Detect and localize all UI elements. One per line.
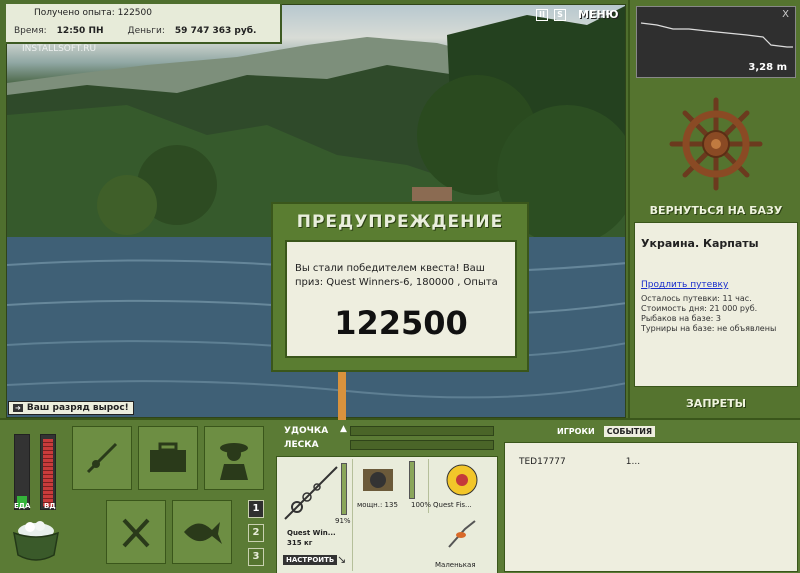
list-item: TED17777 1... (519, 457, 783, 467)
game-root: Получено опыта: 122500 Время: 12:50 ПН Д… (0, 0, 800, 573)
dialog-value: 122500 (334, 304, 468, 342)
rod-wear-bar (341, 463, 347, 515)
rod-name: Quest Win... (287, 529, 336, 537)
rods-button[interactable] (72, 426, 132, 490)
rod-weight: 315 кг (287, 539, 313, 547)
permit-remaining: Осталось путевки: 11 час. (641, 294, 752, 303)
vd-label: ВД (44, 502, 56, 510)
tackle-box-button[interactable] (138, 426, 198, 490)
menu-button[interactable]: МЕНЮ (578, 8, 619, 21)
tackle-slots: 91% Quest Win... 315 кг НАСТРОИТЬ ↘ мощн… (276, 456, 498, 573)
time-money-line: Время: 12:50 ПН Деньги: 59 747 363 руб. (14, 26, 272, 36)
rank-notification[interactable]: ➜ Ваш разряд вырос! (8, 401, 134, 415)
dialog-title: ПРЕДУПРЕЖДЕНИЕ (296, 212, 504, 232)
tackle-box-icon (150, 442, 186, 472)
experience-value: 122500 (117, 8, 152, 18)
line-slot[interactable]: Quest Fis... (431, 459, 495, 513)
rod-tension-bar (350, 426, 494, 436)
rod-reel-icon (284, 466, 338, 520)
tension-marker-icon: ▲ (340, 424, 347, 434)
anglers-count: Рыбаков на базе: 3 (641, 314, 721, 323)
character-button[interactable] (204, 426, 264, 490)
slot-3-button[interactable]: 3 (248, 548, 264, 566)
experience-label: Получено опыта: (34, 8, 115, 18)
watermark: INSTALLSOFT.RU (22, 44, 97, 54)
rod-label: УДОЧКА (284, 426, 329, 436)
rod-percent: 91% (335, 517, 351, 525)
day-cost: Стоимость дня: 21 000 руб. (641, 304, 758, 313)
reel-slot[interactable]: мощн.: 135 100% (355, 459, 432, 513)
events-tabs: ИГРОКИ СОБЫТИЯ (554, 426, 656, 437)
experience-line: Получено опыта: 122500 (34, 8, 272, 18)
right-panel: X 3,28 m ВЕРНУТЬСЯ НА БАЗУ Украина. Карп… (628, 0, 800, 418)
reel-percent: 100% (411, 501, 432, 509)
events-list: TED17777 1... (504, 442, 798, 572)
rank-text: Ваш разряд вырос! (26, 403, 129, 413)
setup-button[interactable]: НАСТРОИТЬ (283, 555, 338, 565)
food-label: ЕДА (14, 502, 31, 510)
dialog-body: Вы стали победителем квеста! Ваш приз: Q… (285, 240, 517, 358)
events-panel: ИГРОКИ СОБЫТИЯ TED17777 1... (502, 420, 800, 573)
rod-icon (86, 442, 118, 474)
dialog-message: Вы стали победителем квеста! Ваш приз: Q… (295, 263, 498, 288)
player-name: TED17777 (519, 457, 566, 467)
money-label: Деньги: (127, 26, 165, 36)
money-value: 59 747 363 руб. (174, 26, 257, 36)
tournaments-info: Турниры на базе: не объявлены (641, 324, 777, 333)
rod-slot[interactable]: 91% Quest Win... 315 кг НАСТРОИТЬ ↘ (279, 459, 353, 571)
line-tension-bar (350, 440, 494, 450)
lure-icon (448, 520, 476, 548)
extend-permit-link[interactable]: Продлить путевку (641, 280, 791, 290)
line-spool-icon (446, 464, 478, 496)
top-controls: II S МЕНЮ (536, 8, 619, 21)
time-label: Время: (14, 26, 47, 36)
ship-wheel-icon[interactable] (668, 96, 764, 192)
rod-stand (338, 370, 346, 420)
fisherman-icon (220, 443, 248, 480)
arrow-right-icon: ➜ (13, 404, 23, 412)
tab-events[interactable]: СОБЫТИЯ (603, 426, 656, 437)
tackle-panel: УДОЧКА ▲ ЛЕСКА 91% Quest Win... 315 кг Н… (276, 420, 498, 573)
fish-icon (184, 522, 222, 544)
event-value: 1... (625, 457, 641, 467)
line-label: ЛЕСКА (284, 440, 319, 450)
vd-meter (40, 434, 56, 510)
bans-button[interactable]: ЗАПРЕТЫ (630, 397, 800, 410)
close-icon[interactable]: X (782, 9, 789, 20)
reel-power: мощн.: 135 (357, 501, 398, 509)
location-info: Украина. Карпаты Продлить путевку Остало… (634, 222, 798, 387)
vd-fill (43, 439, 53, 507)
lure-name: Маленькая (435, 561, 476, 569)
pause-icon[interactable]: II (536, 8, 548, 21)
location-title: Украина. Карпаты (641, 237, 759, 250)
slot-1-button[interactable]: 1 (248, 500, 264, 518)
food-meter (14, 434, 30, 510)
s-button[interactable]: S (554, 8, 566, 21)
depth-profile: X 3,28 m (636, 6, 796, 78)
return-to-base-button[interactable]: ВЕРНУТЬСЯ НА БАЗУ (630, 204, 800, 217)
bottom-panel: ЕДА ВД 1 2 3 УДОЧКА ▲ ЛЕСКА 91% Quest Wi… (0, 418, 800, 573)
pot-icon[interactable] (10, 515, 62, 565)
depth-value: 3,28 m (748, 62, 787, 73)
fish-cage-button[interactable] (172, 500, 232, 564)
slot-2-button[interactable]: 2 (248, 524, 264, 542)
status-panel: Получено опыта: 122500 Время: 12:50 ПН Д… (6, 4, 282, 44)
fork-knife-icon (122, 518, 150, 548)
arrow-down-right-icon: ↘ (337, 553, 347, 566)
line-name: Quest Fis... (433, 501, 472, 509)
lure-slot[interactable]: Маленькая (431, 515, 495, 571)
food-button[interactable] (106, 500, 166, 564)
tab-players[interactable]: ИГРОКИ (554, 426, 598, 437)
reel-icon (363, 469, 393, 491)
warning-dialog: ПРЕДУПРЕЖДЕНИЕ Вы стали победителем квес… (271, 202, 529, 372)
time-value: 12:50 ПН (56, 26, 104, 36)
reel-wear-bar (409, 461, 415, 499)
